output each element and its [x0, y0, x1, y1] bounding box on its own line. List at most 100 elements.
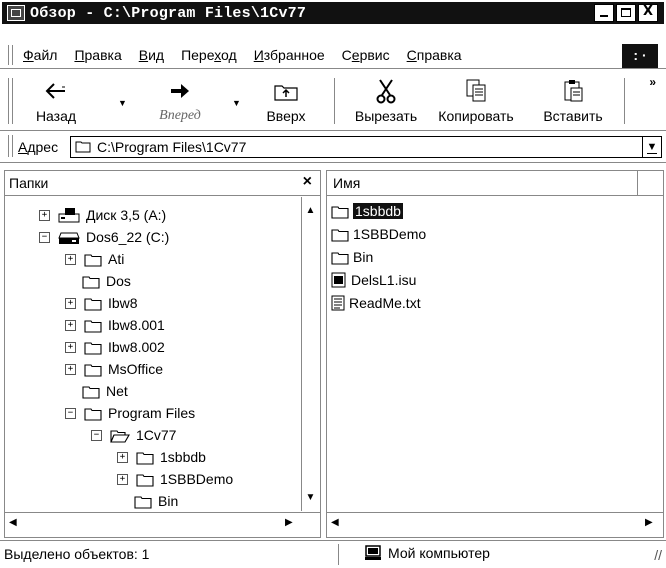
tree-horizontal-scrollbar[interactable]: ◀ ▶: [5, 512, 320, 537]
tree-item[interactable]: + Ati: [65, 249, 124, 269]
scroll-down-arrow-icon[interactable]: ▼: [302, 490, 319, 507]
menu-edit[interactable]: Правка: [74, 47, 121, 63]
resize-grip-icon[interactable]: //: [654, 547, 662, 563]
expand-icon[interactable]: +: [65, 363, 76, 375]
tree-item[interactable]: + Ibw8: [65, 293, 138, 313]
toolbar-separator: [334, 78, 335, 124]
menu-help-label: правка: [416, 47, 462, 63]
forward-arrow-icon: [140, 78, 220, 104]
maximize-button[interactable]: [616, 4, 636, 22]
expand-icon[interactable]: +: [65, 297, 76, 309]
column-header[interactable]: Имя: [327, 171, 663, 196]
title-bar[interactable]: Обзор - C:\Program Files\1Cv77 X: [2, 2, 664, 24]
cut-label: Вырезать: [354, 108, 418, 124]
menu-bar: Файл Правка Вид Переход Избранное Сервис…: [0, 42, 666, 69]
tree-item-label: Ibw8: [108, 295, 138, 311]
tree-item[interactable]: + Ibw8.002: [65, 337, 165, 357]
address-dropdown-arrow-icon[interactable]: ▼: [642, 137, 661, 157]
up-button[interactable]: Вверх: [254, 78, 318, 124]
expand-icon[interactable]: +: [65, 341, 76, 353]
folder-tree: + Диск 3,5 (A:) − Dos6_22 (C:) + Ati Dos + Ibw8 +…: [5, 197, 301, 511]
window-controls: X: [594, 4, 658, 22]
tree-item[interactable]: − Program Files: [65, 403, 195, 423]
copy-button[interactable]: Копировать: [430, 78, 522, 124]
drive-icon: [58, 229, 80, 245]
status-divider: [338, 544, 339, 565]
column-name-header[interactable]: Имя: [333, 175, 360, 191]
explorer-window-icon[interactable]: [7, 5, 25, 21]
tree-item[interactable]: + MsOffice: [65, 359, 163, 379]
files-scroll-left-arrow-icon[interactable]: ◀: [331, 517, 339, 528]
menu-file-label: айл: [33, 47, 58, 63]
menu-go[interactable]: Переход: [181, 47, 237, 63]
paste-button[interactable]: Вставить: [530, 78, 616, 124]
cut-button[interactable]: Вырезать: [346, 78, 426, 124]
collapse-icon[interactable]: −: [65, 407, 76, 419]
file-list-item[interactable]: ReadMe.txt: [331, 293, 421, 313]
back-button[interactable]: Назад: [26, 78, 86, 124]
toolbar-overflow-chevron-icon[interactable]: »: [649, 75, 656, 89]
expand-icon[interactable]: +: [117, 473, 128, 485]
tree-item-label: Dos6_22 (C:): [86, 229, 170, 245]
status-bar: Выделено объектов: 1 Мой компьютер //: [0, 540, 666, 568]
scroll-left-arrow-icon[interactable]: ◀: [9, 517, 17, 528]
tree-vertical-scrollbar[interactable]: ▲ ▼: [301, 197, 320, 511]
file-list-item[interactable]: 1sbbdb: [331, 201, 403, 221]
file-list-item[interactable]: Bin: [331, 247, 373, 267]
scissors-icon: [346, 78, 426, 104]
tree-item-label: Диск 3,5 (A:): [86, 207, 167, 223]
folder-icon: [331, 250, 349, 265]
tree-item[interactable]: Bin: [117, 491, 178, 511]
tree-item[interactable]: +1SBBDemo: [117, 469, 233, 489]
expand-icon[interactable]: +: [39, 209, 50, 221]
tree-item[interactable]: + Ibw8.001: [65, 315, 165, 335]
paste-label: Вставить: [543, 108, 603, 124]
window-title: Обзор - C:\Program Files\1Cv77: [30, 4, 307, 22]
collapse-icon[interactable]: −: [91, 429, 102, 441]
tree-item[interactable]: +1sbbdb: [117, 447, 206, 467]
back-dropdown-arrow-icon[interactable]: ▼: [118, 98, 127, 108]
expand-icon[interactable]: +: [65, 253, 76, 265]
addressbar-grip[interactable]: [8, 135, 13, 157]
collapse-icon[interactable]: −: [39, 231, 50, 243]
copy-icon: [430, 78, 522, 104]
files-scroll-right-arrow-icon[interactable]: ▶: [645, 517, 653, 528]
menu-edit-accel: П: [74, 47, 85, 63]
expand-icon[interactable]: +: [65, 319, 76, 331]
menu-help[interactable]: Справка: [407, 47, 462, 63]
address-label-text: дрес: [27, 139, 59, 155]
close-pane-icon[interactable]: ×: [303, 173, 312, 191]
file-list-horizontal-scrollbar[interactable]: ◀ ▶: [327, 512, 663, 537]
expand-icon[interactable]: +: [117, 451, 128, 463]
menu-file[interactable]: Файл: [23, 47, 57, 63]
menu-tools[interactable]: Сервис: [342, 47, 390, 63]
forward-dropdown-arrow-icon[interactable]: ▼: [232, 98, 241, 108]
column-divider[interactable]: [637, 171, 638, 195]
toolbar-grip[interactable]: [8, 78, 13, 124]
scroll-up-arrow-icon[interactable]: ▲: [302, 203, 319, 220]
close-button[interactable]: X: [638, 4, 658, 22]
folder-icon: [136, 450, 154, 465]
folder-icon: [136, 472, 154, 487]
address-input[interactable]: C:\Program Files\1Cv77 ▼: [70, 136, 662, 158]
minimize-button[interactable]: [594, 4, 614, 22]
menu-view[interactable]: Вид: [139, 47, 164, 63]
menu-favorites-label: збранное: [263, 47, 325, 63]
menu-favorites[interactable]: Избранное: [254, 47, 325, 63]
tree-item[interactable]: Dos: [65, 271, 131, 291]
file-list-item[interactable]: DelsL1.isu: [331, 270, 416, 290]
folders-pane-title: Папки: [9, 175, 49, 191]
file-list-item[interactable]: 1SBBDemo: [331, 224, 426, 244]
tree-item[interactable]: − 1Cv77: [91, 425, 176, 445]
file-name: Bin: [353, 249, 374, 265]
menubar-grip[interactable]: [8, 45, 13, 65]
standard-toolbar: Назад ▼ Вперед ▼ Вверх Вырезать Копирова…: [0, 72, 666, 131]
menu-edit-label: равка: [84, 47, 122, 63]
tree-item[interactable]: − Dos6_22 (C:): [39, 227, 169, 247]
tree-item[interactable]: Net: [65, 381, 128, 401]
tree-item[interactable]: + Диск 3,5 (A:): [39, 205, 166, 225]
scroll-right-arrow-icon[interactable]: ▶: [285, 517, 293, 528]
forward-button[interactable]: Вперед: [140, 78, 220, 124]
file-name: DelsL1.isu: [351, 272, 417, 288]
tree-item-label: Ati: [108, 251, 125, 267]
